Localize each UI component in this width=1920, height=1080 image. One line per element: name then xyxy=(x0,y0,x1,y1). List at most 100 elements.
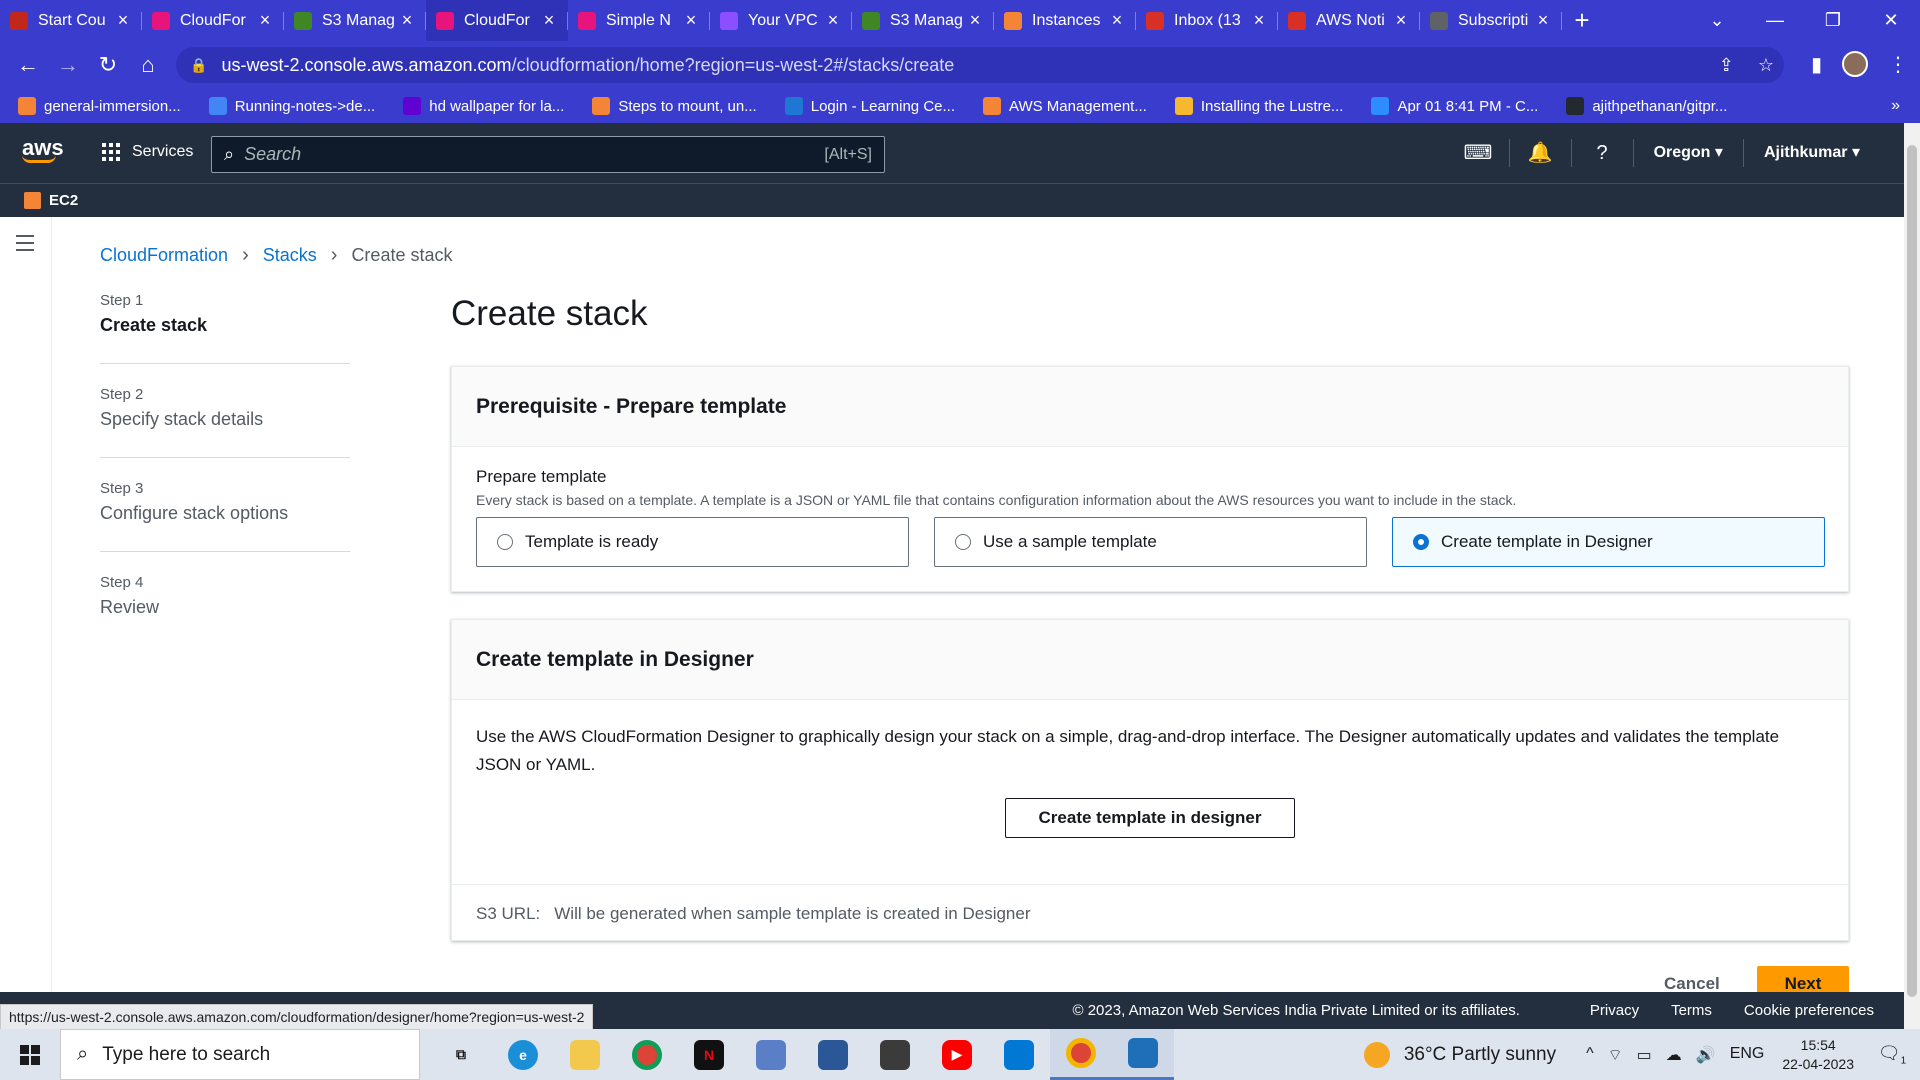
network-app-icon[interactable] xyxy=(740,1029,802,1080)
footer-cookie-preferences-link[interactable]: Cookie preferences xyxy=(1744,1002,1874,1019)
onedrive-icon[interactable]: ☁ xyxy=(1666,1045,1682,1065)
radio-button[interactable] xyxy=(497,534,513,550)
bookmark-item[interactable]: general-immersion... xyxy=(18,97,181,115)
home-icon[interactable]: ⌂ xyxy=(128,52,168,78)
task-view-icon[interactable]: ⧉ xyxy=(430,1029,492,1080)
taskbar-search[interactable]: ⌕ Type here to search xyxy=(60,1029,420,1080)
bookmark-item[interactable]: Steps to mount, un... xyxy=(592,97,757,115)
browser-menu-icon[interactable]: ⋮ xyxy=(1888,52,1908,77)
footer-terms-link[interactable]: Terms xyxy=(1671,1002,1712,1019)
wizard-step-3[interactable]: Step 3 Configure stack options xyxy=(100,480,350,552)
account-menu[interactable]: Ajithkumar ▾ xyxy=(1744,139,1880,167)
wifi-icon[interactable]: ⌔ xyxy=(1608,1045,1623,1065)
bookmark-item[interactable]: AWS Management... xyxy=(983,97,1147,115)
bookmark-item[interactable]: Installing the Lustre... xyxy=(1174,97,1343,115)
close-tab-icon[interactable]: × xyxy=(1392,10,1410,31)
photos-icon[interactable] xyxy=(1112,1029,1174,1080)
close-tab-icon[interactable]: × xyxy=(824,10,842,31)
close-tab-icon[interactable]: × xyxy=(540,10,558,31)
wizard-step-2[interactable]: Step 2 Specify stack details xyxy=(100,386,350,458)
language-indicator[interactable]: ENG xyxy=(1730,1045,1765,1065)
share-icon[interactable]: ⇪ xyxy=(1719,55,1734,76)
netflix-icon[interactable]: N xyxy=(678,1029,740,1080)
tab-search-icon[interactable]: ⌄ xyxy=(1688,10,1746,31)
start-button[interactable] xyxy=(0,1044,60,1065)
browser-tab[interactable]: S3 Manag × xyxy=(852,0,994,41)
browser-tab[interactable]: Your VPC × xyxy=(710,0,852,41)
forward-icon[interactable]: → xyxy=(48,52,88,78)
restore-icon[interactable]: ❐ xyxy=(1804,10,1862,31)
sidepanel-icon[interactable]: ▮ xyxy=(1811,52,1822,77)
wizard-step-4[interactable]: Step 4 Review xyxy=(100,574,350,646)
browser-tab[interactable]: CloudFor × xyxy=(426,0,568,41)
ship-app-icon[interactable] xyxy=(864,1029,926,1080)
template-option-tile[interactable]: Template is ready xyxy=(476,517,909,567)
bookmark-item[interactable]: Login - Learning Ce... xyxy=(784,97,955,115)
bookmarks-overflow-icon[interactable]: » xyxy=(1891,97,1900,115)
hamburger-menu-icon[interactable] xyxy=(16,235,34,256)
breadcrumb-stacks[interactable]: Stacks xyxy=(263,245,317,266)
browser-tab[interactable]: AWS Noti × xyxy=(1278,0,1420,41)
bookmark-item[interactable]: Running-notes->de... xyxy=(208,97,375,115)
close-tab-icon[interactable]: × xyxy=(682,10,700,31)
notifications-bell-icon[interactable]: 🔔 xyxy=(1510,139,1572,167)
scrollbar-thumb[interactable] xyxy=(1907,145,1917,997)
battery-icon[interactable]: ▭ xyxy=(1637,1045,1652,1065)
browser-tab[interactable]: Subscripti × xyxy=(1420,0,1562,41)
remote-desktop-icon[interactable] xyxy=(802,1029,864,1080)
back-icon[interactable]: ← xyxy=(8,52,48,78)
profile-avatar[interactable] xyxy=(1842,51,1868,77)
radio-button[interactable] xyxy=(955,534,971,550)
services-menu[interactable]: Services xyxy=(102,143,193,161)
template-option-tile[interactable]: Create template in Designer xyxy=(1392,517,1825,567)
minimize-icon[interactable]: — xyxy=(1746,10,1804,31)
aws-logo[interactable]: aws xyxy=(22,135,64,163)
reload-icon[interactable]: ↻ xyxy=(88,52,128,78)
url-field[interactable]: 🔒 us-west-2.console.aws.amazon.com/cloud… xyxy=(176,47,1784,83)
breadcrumb-cloudformation[interactable]: CloudFormation xyxy=(100,245,228,266)
browser-tab[interactable]: CloudFor × xyxy=(142,0,284,41)
close-tab-icon[interactable]: × xyxy=(1108,10,1126,31)
close-tab-icon[interactable]: × xyxy=(1250,10,1268,31)
weather-widget[interactable]: 36°C Partly sunny xyxy=(1363,1041,1556,1068)
footer-privacy-link[interactable]: Privacy xyxy=(1590,1002,1639,1019)
lock-icon[interactable]: 🔒 xyxy=(190,57,207,74)
radio-button[interactable] xyxy=(1413,534,1429,550)
page-scrollbar[interactable] xyxy=(1904,123,1920,1029)
bookmark-item[interactable]: Apr 01 8:41 PM - C... xyxy=(1371,97,1538,115)
bookmark-star-icon[interactable]: ☆ xyxy=(1758,55,1774,76)
bookmark-item[interactable]: ajithpethanan/gitpr... xyxy=(1566,97,1727,115)
bookmark-item[interactable]: hd wallpaper for la... xyxy=(403,97,564,115)
region-selector[interactable]: Oregon ▾ xyxy=(1634,139,1744,167)
youtube-icon[interactable]: ▶ xyxy=(926,1029,988,1080)
browser-tab[interactable]: S3 Manag × xyxy=(284,0,426,41)
browser-tab[interactable]: Instances × xyxy=(994,0,1136,41)
next-button[interactable]: Next xyxy=(1757,966,1849,992)
close-tab-icon[interactable]: × xyxy=(256,10,274,31)
help-icon[interactable]: ? xyxy=(1572,139,1634,167)
edge-icon[interactable]: e xyxy=(492,1029,554,1080)
cloudshell-icon[interactable]: ⌨ xyxy=(1448,139,1510,167)
tray-chevron-up-icon[interactable]: ^ xyxy=(1586,1045,1594,1065)
chrome-icon[interactable] xyxy=(616,1029,678,1080)
chrome-open-icon[interactable] xyxy=(1050,1029,1112,1080)
store-icon[interactable] xyxy=(988,1029,1050,1080)
create-template-in-designer-button[interactable]: Create template in designer xyxy=(1005,798,1295,838)
browser-tab[interactable]: Start Cou × xyxy=(0,0,142,41)
cancel-button[interactable]: Cancel xyxy=(1664,974,1720,992)
browser-tab[interactable]: Simple N × xyxy=(568,0,710,41)
close-window-icon[interactable]: ✕ xyxy=(1862,10,1920,31)
notification-center-icon[interactable]: 🗨1 xyxy=(1872,1043,1912,1067)
template-option-tile[interactable]: Use a sample template xyxy=(934,517,1367,567)
volume-icon[interactable]: 🔊 xyxy=(1696,1045,1716,1065)
favorite-ec2[interactable]: EC2 xyxy=(49,192,78,209)
close-tab-icon[interactable]: × xyxy=(1534,10,1552,31)
close-tab-icon[interactable]: × xyxy=(398,10,416,31)
close-tab-icon[interactable]: × xyxy=(966,10,984,31)
aws-search-input[interactable]: ⌕ Search [Alt+S] xyxy=(211,136,885,173)
close-tab-icon[interactable]: × xyxy=(114,10,132,31)
file-explorer-icon[interactable] xyxy=(554,1029,616,1080)
browser-tab[interactable]: Inbox (13 × xyxy=(1136,0,1278,41)
clock[interactable]: 15:54 22-04-2023 xyxy=(1782,1036,1854,1074)
new-tab-button[interactable]: + xyxy=(1562,5,1602,36)
